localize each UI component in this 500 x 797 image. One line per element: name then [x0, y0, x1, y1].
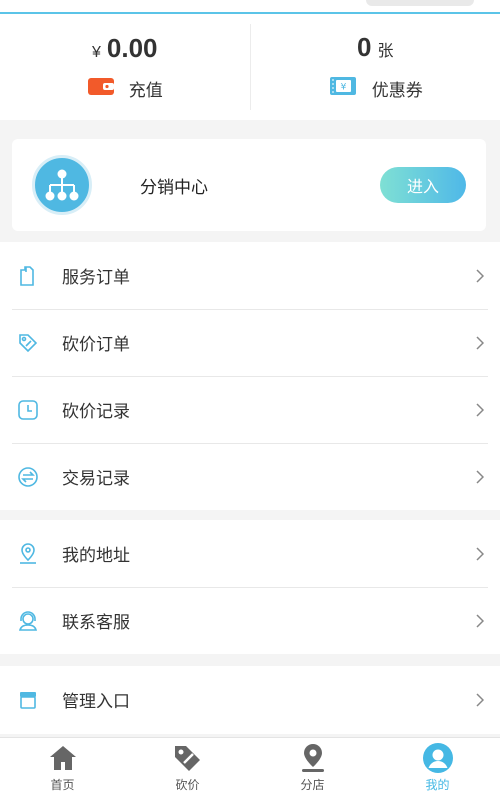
- top-pill: [366, 0, 474, 6]
- document-icon: [16, 264, 40, 288]
- tab-label: 首页: [50, 778, 75, 792]
- coupon-link[interactable]: ¥ 优惠券: [328, 75, 423, 102]
- enter-button[interactable]: 进入: [380, 167, 466, 203]
- menu-label: 交易记录: [62, 469, 130, 489]
- tab-bargain[interactable]: 砍价: [125, 738, 250, 797]
- recharge-label: 充值: [128, 81, 163, 101]
- tab-label: 分店: [300, 778, 325, 792]
- coupon-value: 0 张: [357, 32, 393, 63]
- exchange-icon: [16, 465, 40, 489]
- distribution-title: 分销中心: [140, 177, 208, 198]
- menu-group-admin: 管理入口: [0, 666, 500, 734]
- currency-symbol: ¥: [91, 44, 101, 61]
- tab-mine[interactable]: 我的: [375, 738, 500, 797]
- menu-item-bargain-records[interactable]: 砍价记录: [0, 376, 500, 443]
- clock-icon: [16, 398, 40, 422]
- top-status-strip: [0, 0, 500, 14]
- menu-label: 砍价记录: [62, 402, 130, 422]
- chevron-right-icon: [474, 546, 486, 562]
- menu-label: 我的地址: [62, 546, 130, 566]
- balance-amount: 0.00: [106, 33, 158, 63]
- store-icon: [16, 688, 40, 712]
- coupon-label: 优惠券: [371, 81, 423, 101]
- home-icon: [47, 742, 79, 774]
- menu-group-orders: 服务订单 砍价订单 砍价记录 交易记录: [0, 242, 500, 510]
- menu-label: 砍价订单: [62, 335, 130, 355]
- menu-label: 服务订单: [62, 268, 130, 288]
- coupon-count: 0: [357, 32, 372, 62]
- svg-text:¥: ¥: [340, 83, 346, 93]
- chevron-right-icon: [474, 402, 486, 418]
- tag-icon: [16, 331, 40, 355]
- bottom-tab-bar: 首页 砍价 分店 我的: [0, 737, 500, 797]
- chevron-right-icon: [474, 692, 486, 708]
- chevron-right-icon: [474, 335, 486, 351]
- user-icon: [422, 742, 454, 774]
- tab-label: 砍价: [175, 778, 200, 792]
- menu-item-admin-entry[interactable]: 管理入口: [0, 666, 500, 733]
- recharge-link[interactable]: 充值: [87, 76, 163, 101]
- chevron-right-icon: [474, 268, 486, 284]
- menu-item-transaction-records[interactable]: 交易记录: [0, 443, 500, 510]
- location-icon: [16, 542, 40, 566]
- wallet-icon: [87, 76, 115, 101]
- tag-icon: [172, 742, 204, 774]
- tab-label: 我的: [425, 778, 450, 792]
- ticket-icon: ¥: [328, 75, 358, 102]
- network-icon: [32, 155, 92, 215]
- account-stats: ¥ 0.00 充值 0 张 ¥ 优惠券: [0, 14, 500, 120]
- location-pin-icon: [297, 742, 329, 774]
- balance-stat[interactable]: ¥ 0.00 充值: [0, 14, 250, 120]
- tab-home[interactable]: 首页: [0, 738, 125, 797]
- menu-item-bargain-orders[interactable]: 砍价订单: [0, 309, 500, 376]
- balance-value: ¥ 0.00: [92, 33, 158, 64]
- menu-label: 管理入口: [62, 692, 130, 712]
- menu-label: 联系客服: [62, 613, 130, 633]
- menu-item-customer-service[interactable]: 联系客服: [0, 587, 500, 654]
- menu-item-my-address[interactable]: 我的地址: [0, 520, 500, 587]
- coupon-stat[interactable]: 0 张 ¥ 优惠券: [249, 24, 500, 110]
- chevron-right-icon: [474, 613, 486, 629]
- headset-icon: [16, 609, 40, 633]
- menu-item-service-orders[interactable]: 服务订单: [0, 242, 500, 309]
- chevron-right-icon: [474, 469, 486, 485]
- tab-branches[interactable]: 分店: [250, 738, 375, 797]
- distribution-card: 分销中心 进入: [12, 139, 486, 231]
- menu-group-service: 我的地址 联系客服: [0, 520, 500, 654]
- coupon-unit: 张: [377, 43, 394, 60]
